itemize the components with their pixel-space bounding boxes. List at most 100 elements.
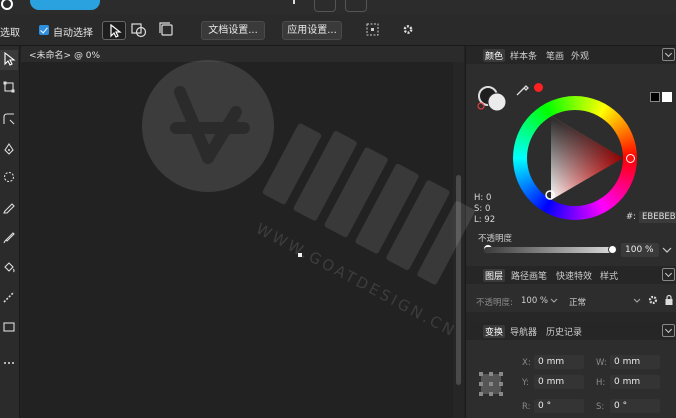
persona-switch-active[interactable] [30, 0, 100, 10]
fill-stroke-wells[interactable] [476, 80, 516, 114]
app-logo-icon [0, 0, 14, 12]
opacity-value[interactable]: 100 % [621, 243, 659, 257]
fill-icon [4, 262, 15, 273]
rectangle-icon [3, 322, 15, 332]
tool-move[interactable] [0, 50, 18, 70]
tool-pencil[interactable] [0, 198, 18, 218]
app-settings-button[interactable]: 应用设置... [282, 21, 342, 40]
color-panel-tabs: 颜色 样本条 笔画 外观 [466, 46, 676, 64]
tool-fill[interactable] [0, 258, 18, 278]
h-input[interactable]: 0 mm [610, 375, 660, 389]
canvas-area[interactable] [21, 62, 453, 418]
shear-label: S: [596, 402, 605, 412]
rotation-input[interactable]: 0 ° [534, 399, 584, 413]
layer-opacity-label: 不透明度: [476, 298, 513, 308]
document-title: <未命名> @ 0% [29, 51, 101, 61]
layer-opacity-value[interactable]: 100 % [521, 296, 548, 306]
persona-button[interactable] [314, 0, 336, 12]
tool-brush[interactable] [0, 228, 18, 248]
tools-panel [0, 46, 20, 418]
hex-value[interactable]: EBEBEB [639, 211, 676, 223]
tab-styles[interactable]: 样式 [600, 269, 618, 282]
brush-icon [3, 232, 15, 244]
shear-input[interactable]: 0 ° [610, 399, 660, 413]
tool-rectangle[interactable] [0, 318, 18, 338]
copy-mode-button[interactable] [156, 21, 180, 40]
anchor-selector-icon[interactable] [478, 371, 504, 397]
opacity-slider-handle[interactable] [608, 245, 617, 254]
scrollbar-thumb[interactable] [456, 175, 461, 385]
tab-path-brushes[interactable]: 路径画笔 [511, 269, 547, 282]
intersect-icon [131, 23, 147, 38]
select-mode-button[interactable] [102, 21, 126, 40]
document-settings-button[interactable]: 文档设置... [201, 21, 265, 40]
layers-panel-tabs: 图层 路径画笔 快速特效 样式 [466, 266, 676, 284]
hue-value: H: 0 [474, 193, 492, 203]
tool-contour[interactable] [0, 168, 18, 188]
rotation-label: R: [522, 402, 531, 412]
auto-select-checkbox[interactable] [39, 25, 49, 35]
eyedropper-icon[interactable] [514, 80, 532, 98]
tab-navigator[interactable]: 导航器 [510, 325, 537, 338]
lightness-value: L: 92 [474, 215, 496, 225]
tool-transparency[interactable] [0, 288, 18, 308]
hue-marker [534, 83, 543, 92]
hex-field[interactable]: #: EBEBEB [626, 211, 676, 223]
auto-select-label: 自动选择 [53, 28, 93, 39]
canvas-vertical-scrollbar[interactable] [453, 62, 464, 418]
y-label: Y: [522, 378, 529, 388]
corner-icon [3, 113, 15, 125]
artboard-point[interactable] [298, 253, 302, 257]
w-label: W: [596, 358, 607, 368]
lock-icon[interactable] [664, 294, 674, 306]
snapping-button[interactable] [362, 21, 386, 40]
gear-icon[interactable] [647, 294, 659, 306]
document-tab[interactable]: <未命名> @ 0% [21, 46, 464, 62]
tab-quick-fx[interactable]: 快速特效 [556, 269, 592, 282]
select-tool-label: 选取 [0, 28, 20, 39]
blend-mode-value[interactable]: 正常 [569, 296, 586, 308]
tab-stroke[interactable]: 笔画 [546, 49, 564, 62]
transform-panel-menu-button[interactable] [662, 324, 675, 337]
view-button[interactable] [345, 0, 367, 12]
w-input[interactable]: 0 mm [610, 355, 660, 369]
transparency-icon [3, 291, 15, 303]
y-input[interactable]: 0 mm [534, 375, 584, 389]
tool-more[interactable] [0, 354, 18, 374]
layers-panel-menu-button[interactable] [662, 268, 675, 281]
tab-history[interactable]: 历史记录 [546, 325, 582, 338]
node-icon [3, 81, 15, 93]
color-triangle[interactable] [527, 110, 623, 206]
intersect-mode-button[interactable] [128, 21, 152, 40]
saturation-value: S: 0 [474, 204, 491, 214]
right-studio: 颜色 样本条 笔画 外观 H: 0 S: 0 L: 92 #: EBEBEB 不… [465, 46, 676, 418]
contour-icon [3, 171, 15, 183]
layers-list[interactable] [466, 312, 676, 322]
h-label: H: [596, 378, 606, 388]
top-toolbar [0, 0, 676, 14]
context-toolbar: 选取 自动选择 文档设置... 应用设置... [0, 14, 676, 46]
chevron-down-icon[interactable] [550, 298, 558, 304]
gear-icon [403, 25, 413, 34]
tool-node[interactable] [0, 78, 18, 98]
panel-menu-button[interactable] [662, 48, 675, 61]
x-label: X: [522, 358, 531, 368]
tab-color[interactable]: 颜色 [483, 49, 506, 62]
preferences-button[interactable] [397, 21, 421, 40]
tool-corner[interactable] [0, 110, 18, 130]
bw-swatch-white[interactable] [662, 92, 672, 102]
tab-swatches[interactable]: 样本条 [510, 49, 537, 62]
bw-swatch-black[interactable] [650, 92, 660, 102]
tab-layers[interactable]: 图层 [483, 269, 506, 282]
chevron-down-icon[interactable] [662, 246, 672, 254]
tab-transform[interactable]: 变换 [483, 325, 506, 338]
grid-snap-icon [366, 23, 379, 36]
hue-ring-handle[interactable] [626, 154, 635, 163]
chevron-down-icon[interactable] [633, 298, 641, 304]
cursor-icon [110, 23, 122, 38]
opacity-label: 不透明度 [478, 234, 513, 244]
opacity-slider[interactable] [484, 247, 612, 253]
tool-pen[interactable] [0, 140, 18, 160]
tab-appearance[interactable]: 外观 [571, 49, 589, 62]
x-input[interactable]: 0 mm [534, 355, 584, 369]
